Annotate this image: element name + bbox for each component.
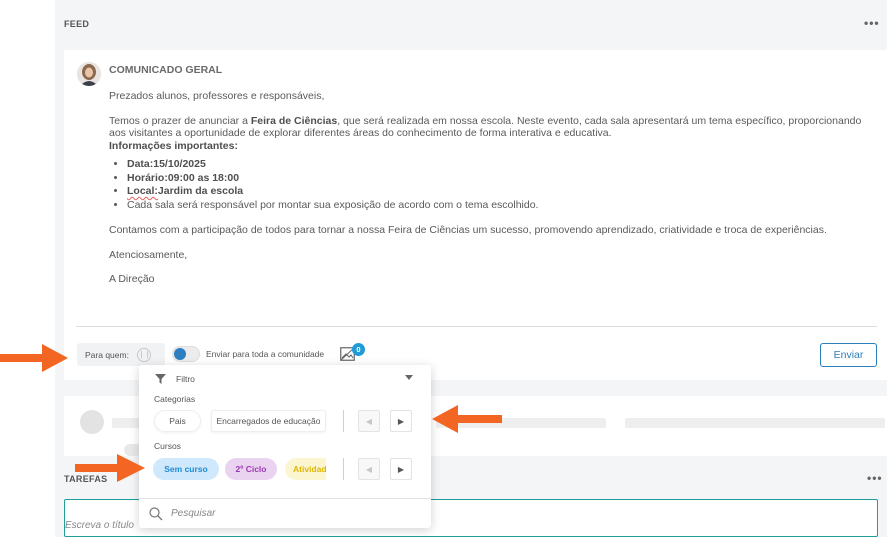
recipients-search bbox=[139, 498, 431, 528]
whole-community-label: Enviar para toda a comunidade bbox=[206, 349, 325, 359]
course-chip-sem-curso[interactable]: Sem curso bbox=[153, 458, 219, 480]
courses-label: Cursos bbox=[154, 441, 181, 451]
feed-title: FEED bbox=[64, 19, 90, 29]
recipients-selector[interactable]: Para quem: bbox=[77, 343, 165, 366]
categories-next-button[interactable]: ▶ bbox=[390, 410, 412, 432]
category-divider bbox=[343, 410, 344, 432]
tasks-title: TAREFAS bbox=[64, 474, 108, 484]
search-icon bbox=[149, 506, 163, 520]
feed-more-icon[interactable]: ••• bbox=[864, 16, 880, 30]
course-chip-2-ciclo[interactable]: 2º Ciclo bbox=[225, 458, 277, 480]
filter-label: Filtro bbox=[176, 374, 195, 384]
post-signature: A Direção bbox=[109, 273, 155, 285]
list-item: Horário:09:00 as 18:00 bbox=[127, 172, 874, 186]
post-body: Prezados alunos, professores e responsáv… bbox=[109, 90, 874, 298]
chevron-down-icon[interactable] bbox=[405, 375, 413, 380]
skeleton-avatar bbox=[80, 410, 104, 434]
filter-toggle[interactable]: Filtro bbox=[139, 365, 431, 393]
post-intro: Temos o prazer de anunciar a Feira de Ci… bbox=[109, 114, 862, 140]
post-divider bbox=[76, 326, 877, 327]
tasks-more-icon[interactable]: ••• bbox=[867, 471, 883, 485]
recipients-search-input[interactable] bbox=[171, 508, 411, 519]
categories-prev-button[interactable]: ◀ bbox=[358, 410, 380, 432]
recipients-icon bbox=[136, 347, 151, 362]
send-button[interactable]: Enviar bbox=[820, 343, 877, 367]
recipients-label: Para quem: bbox=[85, 349, 129, 360]
post-regards: Atenciosamente, bbox=[109, 248, 188, 261]
skeleton-bar bbox=[112, 418, 142, 428]
post-card: COMUNICADO GERAL Prezados alunos, profes… bbox=[64, 50, 887, 380]
recipients-filter-dropdown: Filtro Categorias Pais Encarregados de e… bbox=[139, 365, 431, 528]
post-greeting: Prezados alunos, professores e responsáv… bbox=[109, 90, 325, 102]
whole-community-toggle[interactable] bbox=[172, 346, 200, 362]
list-item: Data:15/10/2025 bbox=[127, 158, 874, 172]
post-title: COMUNICADO GERAL bbox=[109, 64, 223, 76]
categories-label: Categorias bbox=[154, 394, 196, 404]
post-info-list: Data:15/10/2025 Horário:09:00 as 18:00 L… bbox=[127, 158, 874, 212]
skeleton-bar bbox=[436, 418, 606, 428]
courses-next-button[interactable]: ▶ bbox=[390, 458, 412, 480]
list-item: Cada sala será responsável por montar su… bbox=[127, 199, 874, 213]
skeleton-bar bbox=[625, 418, 885, 428]
attachment-count-badge: 0 bbox=[352, 343, 365, 356]
category-chip-encarregados[interactable]: Encarregados de educação bbox=[211, 410, 326, 432]
courses-prev-button[interactable]: ◀ bbox=[358, 458, 380, 480]
course-divider bbox=[343, 458, 344, 480]
post-closing: Contamos com a participação de todos par… bbox=[109, 224, 827, 236]
filter-icon bbox=[155, 374, 166, 384]
course-chip-atividades[interactable]: Atividades bbox=[285, 458, 326, 480]
author-avatar bbox=[77, 62, 101, 86]
post-info-heading: Informações importantes: bbox=[109, 139, 238, 152]
list-item: Local:Jardim da escola bbox=[127, 185, 874, 199]
category-chip-pais[interactable]: Pais bbox=[154, 410, 201, 432]
